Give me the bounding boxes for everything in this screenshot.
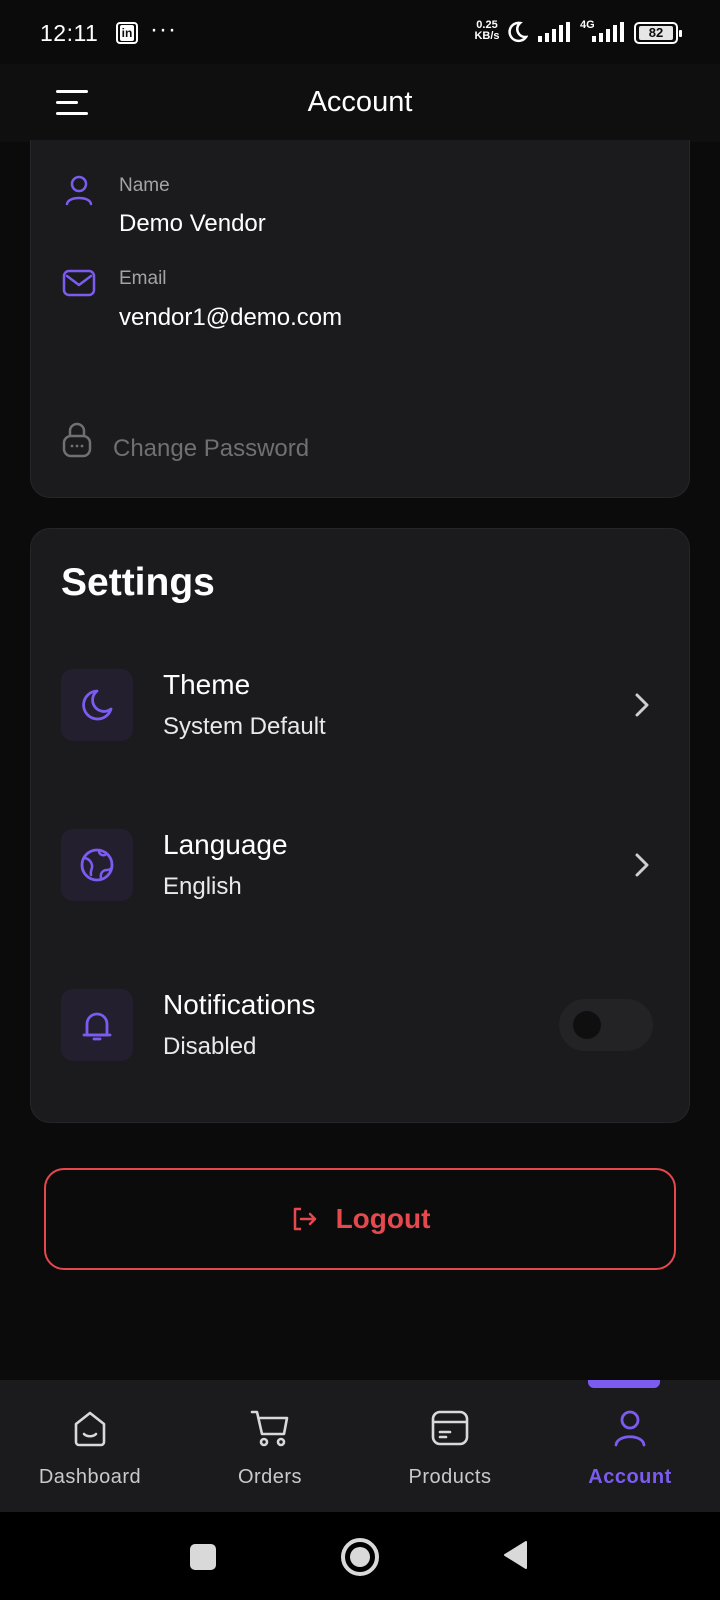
settings-title: Settings	[61, 561, 215, 604]
notifications-toggle[interactable]	[559, 999, 653, 1051]
globe-icon	[61, 829, 133, 901]
nav-label-orders: Orders	[237, 1466, 303, 1488]
page-title: Account	[307, 86, 413, 118]
notifications-value: Disabled	[163, 1033, 257, 1060]
linkedin-icon: in	[116, 22, 138, 44]
linkedin-icon-label: in	[120, 25, 134, 41]
change-password-button[interactable]: Change Password	[113, 435, 309, 463]
user-icon	[614, 1410, 646, 1447]
moon-icon	[61, 669, 133, 741]
nav-item-account[interactable]: Account	[540, 1380, 720, 1512]
network-speed: 0.25 KB/s	[472, 20, 502, 42]
box-icon	[431, 1410, 469, 1446]
nav-label-account: Account	[588, 1466, 672, 1488]
home-button[interactable]	[341, 1538, 379, 1576]
settings-item-language[interactable]: Language English	[31, 829, 691, 909]
language-value: English	[163, 873, 242, 900]
logout-icon	[293, 1207, 316, 1231]
name-value: Demo Vendor	[119, 210, 266, 237]
theme-title: Theme	[163, 669, 251, 700]
nav-label-products: Products	[408, 1466, 492, 1488]
app-bar: Account	[0, 64, 720, 142]
user-icon	[65, 175, 93, 206]
signal-icon	[538, 22, 570, 42]
nav-item-orders[interactable]: Orders	[180, 1380, 360, 1512]
toggle-thumb	[573, 1011, 601, 1039]
network-speed-unit: KB/s	[474, 30, 500, 42]
email-label: Email	[119, 268, 167, 289]
settings-card: Settings Theme System Default Language E…	[30, 528, 690, 1123]
language-title: Language	[163, 829, 288, 860]
recent-apps-button[interactable]	[190, 1544, 216, 1570]
do-not-disturb-icon	[508, 21, 528, 43]
email-value: vendor1@demo.com	[119, 304, 343, 331]
nav-label-dashboard: Dashboard	[38, 1466, 142, 1488]
battery-icon: 82	[634, 22, 682, 44]
profile-card: Name Demo Vendor Email vendor1@demo.com …	[30, 140, 690, 498]
status-time: 12:11	[40, 20, 99, 46]
more-notifications-icon: ···	[150, 16, 177, 43]
settings-item-theme[interactable]: Theme System Default	[31, 669, 691, 749]
logout-button[interactable]: Logout	[44, 1168, 676, 1270]
notifications-title: Notifications	[163, 989, 316, 1020]
name-label: Name	[119, 175, 170, 196]
nav-item-dashboard[interactable]: Dashboard	[0, 1380, 180, 1512]
chevron-right-icon	[635, 693, 649, 717]
bell-icon	[61, 989, 133, 1061]
back-button[interactable]	[502, 1540, 528, 1570]
email-icon	[62, 269, 96, 297]
active-indicator	[588, 1380, 660, 1388]
cart-icon	[250, 1410, 289, 1447]
signal-icon-2	[592, 22, 624, 42]
status-bar: 12:11 in ··· 0.25 KB/s 4G 82	[0, 0, 720, 64]
battery-level: 82	[639, 26, 673, 40]
nav-item-products[interactable]: Products	[360, 1380, 540, 1512]
bottom-navigation: Dashboard Orders Products Account	[0, 1380, 720, 1512]
theme-value: System Default	[163, 713, 326, 740]
settings-item-notifications: Notifications Disabled	[31, 989, 691, 1069]
lock-icon	[62, 422, 92, 458]
system-navigation-bar	[0, 1512, 720, 1600]
home-icon	[74, 1411, 106, 1447]
chevron-right-icon	[635, 853, 649, 877]
logout-label: Logout	[335, 1203, 431, 1234]
